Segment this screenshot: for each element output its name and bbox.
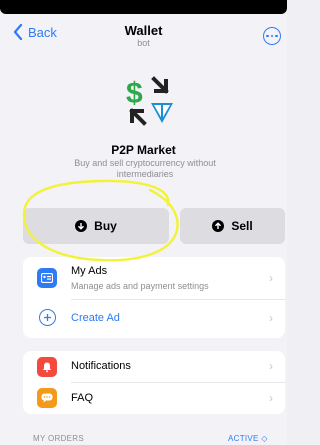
chevron-right-icon: › <box>269 311 273 325</box>
chevron-right-icon: › <box>269 391 273 405</box>
market-description: Buy and sell cryptocurrency without inte… <box>74 158 216 179</box>
market-title: P2P Market <box>111 143 176 157</box>
buy-button[interactable]: Buy <box>23 208 169 244</box>
arrow-up-circle-icon <box>212 220 225 232</box>
sell-button[interactable]: Sell <box>180 208 285 244</box>
active-filter-button[interactable]: ACTIVE ◇ <box>228 434 268 443</box>
chevron-right-icon: › <box>269 271 273 285</box>
nav-title-block: Wallet bot <box>0 24 287 49</box>
my-orders-header: MY ORDERS <box>33 434 85 443</box>
notifications-row[interactable]: Notifications › <box>23 351 285 382</box>
more-dot-icon <box>270 34 274 38</box>
chat-bubble-icon <box>37 388 57 408</box>
create-ad-row[interactable]: Create Ad › <box>23 300 285 338</box>
ads-list-icon <box>37 268 57 288</box>
my-ads-label: My Ads <box>71 265 108 277</box>
settings-menu-card: Notifications › FAQ › <box>23 351 285 414</box>
chevron-right-icon: › <box>269 359 273 373</box>
buy-label: Buy <box>94 219 117 233</box>
page-subtitle: bot <box>137 38 150 48</box>
more-dot-icon <box>266 34 269 38</box>
my-ads-description: Manage ads and payment settings <box>71 281 209 291</box>
bell-icon <box>37 357 57 377</box>
ads-menu-card: My Ads Manage ads and payment settings ›… <box>23 257 285 338</box>
sell-label: Sell <box>231 219 253 233</box>
svg-text:$: $ <box>126 77 143 110</box>
faq-label: FAQ <box>71 392 94 404</box>
p2p-logo-icon: $ <box>126 76 173 126</box>
faq-row[interactable]: FAQ › <box>23 383 285 414</box>
more-options-button[interactable] <box>263 27 281 45</box>
my-ads-row[interactable]: My Ads Manage ads and payment settings › <box>23 257 285 299</box>
create-ad-label: Create Ad <box>71 312 120 324</box>
notifications-label: Notifications <box>71 360 131 372</box>
more-dot-icon <box>275 34 278 38</box>
plus-circle-icon <box>39 309 56 326</box>
page-title: Wallet <box>124 23 163 38</box>
arrow-down-circle-icon <box>75 220 88 232</box>
status-bar <box>0 0 287 14</box>
